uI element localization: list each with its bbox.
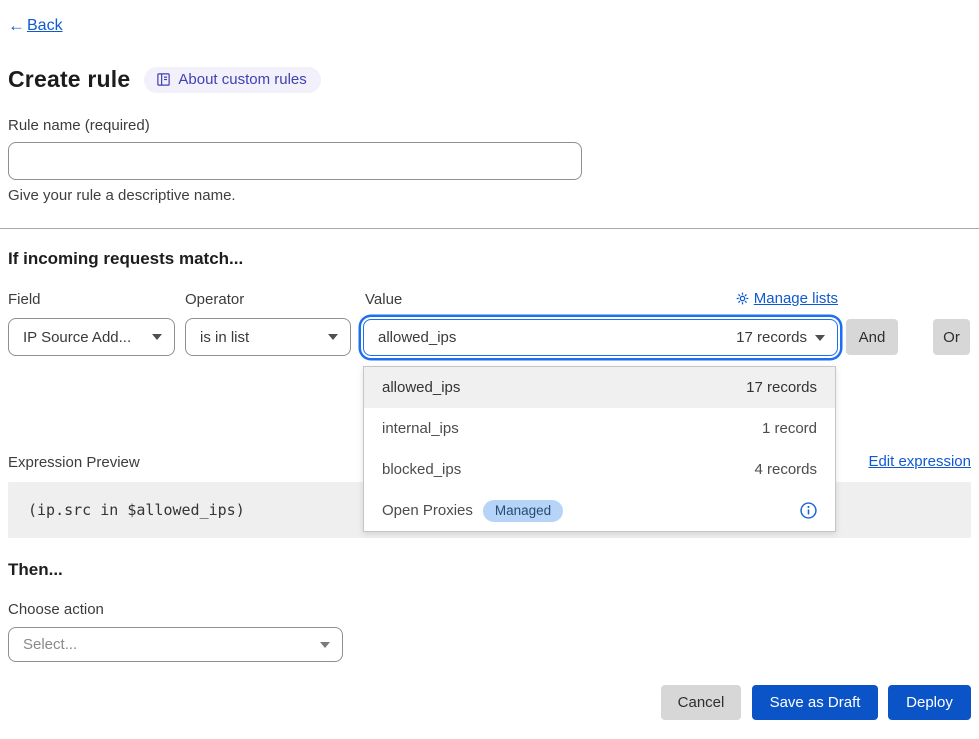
operator-label: Operator [185, 291, 244, 308]
gear-icon [736, 292, 749, 305]
section-divider [0, 228, 979, 229]
list-name: allowed_ips [382, 379, 460, 396]
rule-name-label: Rule name (required) [8, 117, 150, 134]
manage-lists-link[interactable]: Manage lists [736, 290, 838, 307]
then-section-heading: Then... [8, 560, 63, 580]
dropdown-option-internal-ips[interactable]: internal_ips 1 record [364, 408, 835, 449]
save-as-draft-button[interactable]: Save as Draft [752, 685, 878, 720]
field-select-value: IP Source Add... [23, 329, 131, 346]
dropdown-option-open-proxies[interactable]: Open Proxies Managed [364, 490, 835, 531]
list-name: blocked_ips [382, 461, 461, 478]
list-name: Open Proxies [382, 502, 473, 519]
action-select-placeholder: Select... [23, 636, 77, 653]
record-count: 17 records [746, 379, 817, 396]
list-name: internal_ips [382, 420, 459, 437]
record-count: 1 record [762, 420, 817, 437]
deploy-button[interactable]: Deploy [888, 685, 971, 720]
record-count: 4 records [754, 461, 817, 478]
back-arrow-icon: ← [8, 16, 25, 36]
action-select[interactable]: Select... [8, 627, 343, 662]
managed-badge: Managed [483, 500, 563, 522]
chevron-down-icon [815, 335, 825, 341]
back-link[interactable]: ← Back [8, 16, 63, 36]
operator-select[interactable]: is in list [185, 318, 351, 356]
and-button[interactable]: And [846, 319, 898, 355]
or-button[interactable]: Or [933, 319, 970, 355]
expression-preview-label: Expression Preview [8, 454, 140, 471]
create-rule-page: ← Back Create rule About custom rules Ru… [0, 0, 979, 739]
value-select-record-count: 17 records [736, 329, 807, 346]
field-select[interactable]: IP Source Add... [8, 318, 175, 356]
chevron-down-icon [152, 334, 162, 340]
book-icon [156, 72, 171, 87]
expression-code: (ip.src in $allowed_ips) [28, 501, 245, 519]
chevron-down-icon [320, 642, 330, 648]
value-dropdown-panel: allowed_ips 17 records internal_ips 1 re… [363, 366, 836, 532]
edit-expression-link[interactable]: Edit expression [868, 453, 971, 470]
page-title: Create rule [8, 66, 130, 93]
info-icon[interactable] [800, 502, 817, 519]
back-link-label: Back [27, 17, 63, 35]
cancel-button[interactable]: Cancel [661, 685, 741, 720]
chevron-down-icon [328, 334, 338, 340]
rule-name-helper: Give your rule a descriptive name. [8, 187, 236, 204]
value-select-value: allowed_ips [378, 329, 456, 346]
value-select[interactable]: allowed_ips 17 records [363, 319, 838, 356]
about-custom-rules-link[interactable]: About custom rules [144, 67, 320, 93]
about-badge-label: About custom rules [178, 71, 306, 88]
dropdown-option-blocked-ips[interactable]: blocked_ips 4 records [364, 449, 835, 490]
manage-lists-label: Manage lists [754, 290, 838, 307]
value-label: Value [365, 291, 402, 308]
dropdown-option-allowed-ips[interactable]: allowed_ips 17 records [364, 367, 835, 408]
rule-name-input[interactable] [8, 142, 582, 180]
operator-select-value: is in list [200, 329, 249, 346]
title-row: Create rule About custom rules [8, 66, 321, 93]
match-section-heading: If incoming requests match... [8, 249, 243, 269]
choose-action-label: Choose action [8, 601, 104, 618]
field-label: Field [8, 291, 41, 308]
